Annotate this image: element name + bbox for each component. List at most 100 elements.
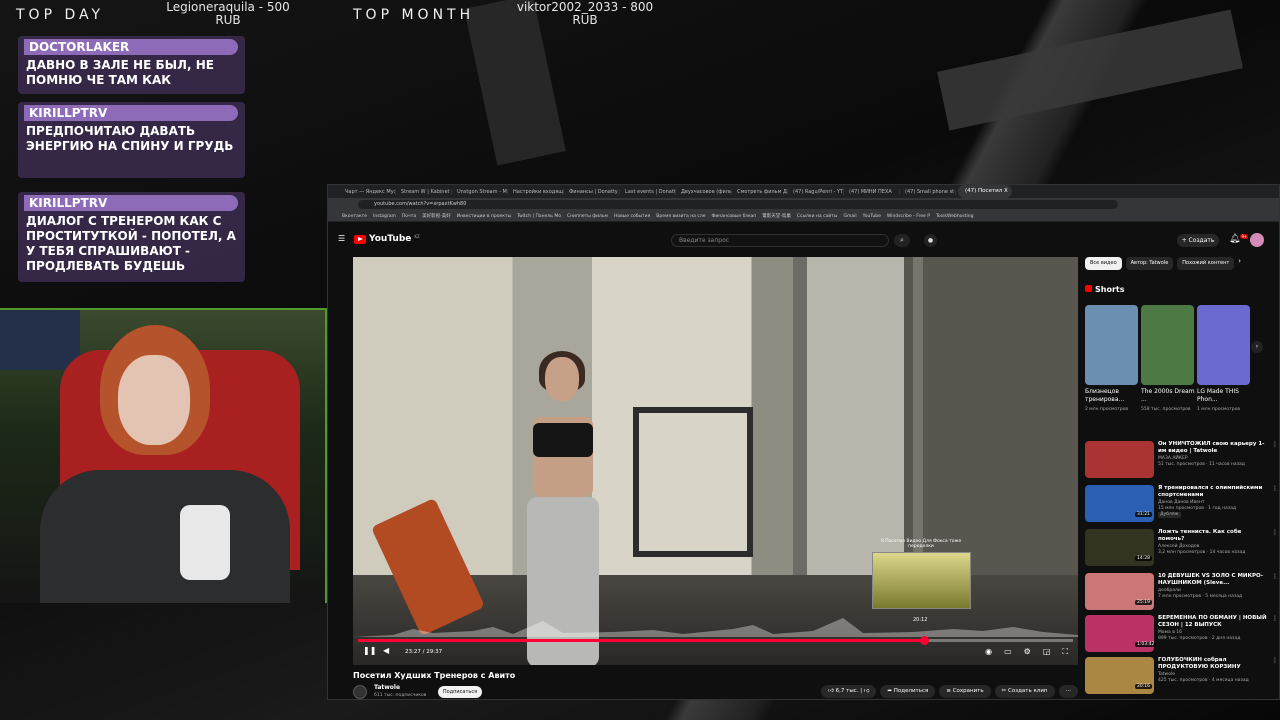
recommended-video[interactable]: 14:28 Ложть тенниста. Как собе помочь? А…	[1085, 529, 1280, 566]
video-title[interactable]: Ложть тенниста. Как собе помочь?	[1158, 529, 1268, 543]
recommended-video[interactable]: Он УНИЧТОЖИЛ свою карьеру 1-им видео | T…	[1085, 441, 1280, 478]
video-title[interactable]: Я тренировался с олимпийскими спортсмена…	[1158, 485, 1268, 499]
url-field[interactable]: youtube.com/watch?v=xrpaxtKwh80	[358, 200, 1118, 209]
bookmark[interactable]: Gmail	[843, 214, 856, 219]
recommended-video[interactable]: 25:19 10 ДЕВУШЕК VS ЗОЛО С МИКРО-НАУШНИК…	[1085, 573, 1280, 610]
recommended-video[interactable]: 31:21 Я тренировался с олимпийскими спор…	[1085, 485, 1280, 522]
browser-tab[interactable]: Настройки входящ	[510, 188, 564, 195]
voice-search-button[interactable]: ●	[924, 234, 937, 247]
browser-tab[interactable]: (47) Ragu/Penri - YT	[790, 188, 844, 195]
channel-name[interactable]: МАЗА.АЙКЕР	[1158, 456, 1268, 462]
chevron-right-icon[interactable]: ›	[1251, 341, 1263, 353]
bookmark[interactable]: Instagram	[373, 214, 396, 219]
notifications-button[interactable]: 🔔︎9+	[1229, 234, 1249, 244]
bookmark[interactable]: Twitch | Панель Мо	[517, 214, 561, 219]
bookmark[interactable]: Новые события	[614, 214, 650, 219]
channel-avatar[interactable]	[353, 685, 367, 699]
browser-tab[interactable]: Last events | Donatti	[622, 188, 676, 195]
browser-tab[interactable]: (47) Small phone st	[902, 188, 956, 195]
channel-name[interactable]: деобрали	[1158, 588, 1268, 594]
channel-name[interactable]: Tatwole	[1158, 672, 1268, 678]
fullscreen-icon[interactable]: ⛶	[1062, 647, 1068, 657]
video-title[interactable]: ГОЛУБОЧКИН собрал ПРОДУКТОВУЮ КОРЗИНУ	[1158, 657, 1268, 671]
short-title[interactable]: Близнецов тренирова...	[1085, 388, 1139, 404]
video-player[interactable]: Я Посетил Видео Для Фокса тоже переделки…	[353, 257, 1078, 665]
shorts-label: Shorts	[1095, 285, 1125, 294]
video-meta: 15 млн просмотров · 1 год назад	[1158, 506, 1237, 511]
more-icon[interactable]: ⋮	[1272, 573, 1278, 580]
more-icon[interactable]: ⋮	[1272, 441, 1278, 448]
channel-name[interactable]: Мама в 16	[1158, 630, 1268, 636]
pause-icon[interactable]: ❚❚	[363, 646, 376, 655]
bookmark[interactable]: 電影天堂-鳥巢	[762, 213, 791, 219]
more-icon[interactable]: ⋮	[1272, 615, 1278, 622]
save-button[interactable]: ≡ Сохранить	[939, 685, 991, 698]
short-thumbnail[interactable]	[1085, 305, 1138, 385]
browser-tab[interactable]: Двухчасовое (фильм	[678, 188, 732, 195]
trainer-top	[533, 423, 593, 457]
browser-tab[interactable]: Чарт — Яндекс Музы	[342, 188, 396, 195]
browser-tab[interactable]: Финансы | Donatty	[566, 188, 620, 195]
account-avatar[interactable]	[1250, 233, 1264, 247]
subscribe-button[interactable]: Подписаться	[438, 686, 482, 698]
miniplayer-icon[interactable]: ◲	[1043, 647, 1051, 657]
short-title[interactable]: LG Made THIS Phon...	[1197, 388, 1251, 404]
settings-icon[interactable]: ⚙	[1024, 647, 1031, 657]
more-icon[interactable]: ⋮	[1272, 657, 1278, 664]
chip-all[interactable]: Все видео	[1085, 257, 1122, 270]
bookmark[interactable]: Сниппеты фильм	[567, 214, 608, 219]
more-actions-button[interactable]: ⋯	[1058, 685, 1078, 698]
youtube-logo[interactable]: YouTube KZ	[354, 234, 420, 244]
like-button[interactable]: 👍︎ 6,7 тыс. | 👎︎	[821, 685, 877, 698]
browser-tab-active[interactable]: (47) Посетил Х	[958, 185, 1012, 198]
more-icon[interactable]: ⋮	[1272, 485, 1278, 492]
chevron-right-icon[interactable]: ›	[1238, 257, 1241, 270]
search-input[interactable]: Введите запрос	[671, 234, 889, 247]
recommended-video[interactable]: 1:03:42 БЕРЕМЕННА ПО ОБМАНУ | НОВЫЙ СЕЗО…	[1085, 615, 1280, 652]
chat-username: DOCTORLAKER	[24, 39, 238, 55]
create-label: Создать	[1188, 237, 1215, 244]
browser-tab[interactable]: Stream W | Kabinet	[398, 188, 452, 195]
top-month-donor: viktor2002_2033 - 800 RUB	[515, 1, 655, 27]
bookmark[interactable]: 美好影视-美好	[422, 213, 451, 219]
channel-name[interactable]: Tatwole	[374, 684, 400, 691]
bookmark[interactable]: Инвестиции в проекты	[457, 214, 511, 219]
shorts-icon	[1085, 285, 1092, 292]
progress-bar[interactable]	[358, 636, 1073, 645]
autoplay-icon[interactable]: ◉	[985, 647, 992, 657]
bookmark[interactable]: ToolsWebhosting	[936, 214, 974, 219]
miniplayer-preview[interactable]	[872, 552, 971, 609]
create-button[interactable]: + Создать	[1177, 234, 1219, 247]
bookmark[interactable]: Почта	[402, 214, 416, 219]
short-title[interactable]: The 2000s Dream ...	[1141, 388, 1195, 404]
short-thumbnail[interactable]	[1141, 305, 1194, 385]
browser-tab[interactable]: (47) МИНИ ПЕХА	[846, 188, 900, 195]
chip-related[interactable]: Похожий контент	[1177, 257, 1235, 270]
more-icon[interactable]: ⋮	[1272, 529, 1278, 536]
video-thumbnail[interactable]	[1085, 441, 1154, 478]
share-button[interactable]: ➦ Поделиться	[880, 685, 936, 698]
bookmark[interactable]: YouTube	[863, 214, 881, 219]
bookmark[interactable]: Windscribe - Free P	[887, 214, 930, 219]
clip-button[interactable]: ✂ Создать клип	[994, 685, 1055, 698]
search-button[interactable]: ⌕	[894, 234, 910, 247]
video-title[interactable]: БЕРЕМЕННА ПО ОБМАНУ | НОВЫЙ СЕЗОН | 12 В…	[1158, 615, 1268, 629]
chip-author[interactable]: Автор: Tatwole	[1125, 257, 1174, 270]
channel-name[interactable]: Алексей Доходов	[1158, 544, 1268, 550]
browser-tab[interactable]: Смотреть фильм Дн	[734, 188, 788, 195]
top-month-label: TOP MONTH	[353, 7, 475, 23]
menu-icon[interactable]: ☰	[338, 234, 345, 243]
bookmark[interactable]: Ссылки на сайты	[797, 214, 838, 219]
channel-name[interactable]: Данов Данов Ивент	[1158, 500, 1268, 506]
short-thumbnail[interactable]	[1197, 305, 1250, 385]
bookmark[interactable]: Финансовые бэкап	[712, 214, 757, 219]
video-title[interactable]: 10 ДЕВУШЕК VS ЗОЛО С МИКРО-НАУШНИКОМ (Sl…	[1158, 573, 1268, 587]
bookmark[interactable]: Вконтакте	[342, 214, 367, 219]
browser-tab[interactable]: Unstgon Stream - Mu	[454, 188, 508, 195]
volume-icon[interactable]: ◀︎	[383, 646, 389, 655]
bookmark[interactable]: Время визита на сле	[656, 214, 705, 219]
recommended-video[interactable]: 20:16 ГОЛУБОЧКИН собрал ПРОДУКТОВУЮ КОРЗ…	[1085, 657, 1280, 694]
streamer-face	[118, 355, 190, 445]
subtitles-icon[interactable]: ▭	[1004, 647, 1012, 657]
video-title[interactable]: Он УНИЧТОЖИЛ свою карьеру 1-им видео | T…	[1158, 441, 1268, 455]
